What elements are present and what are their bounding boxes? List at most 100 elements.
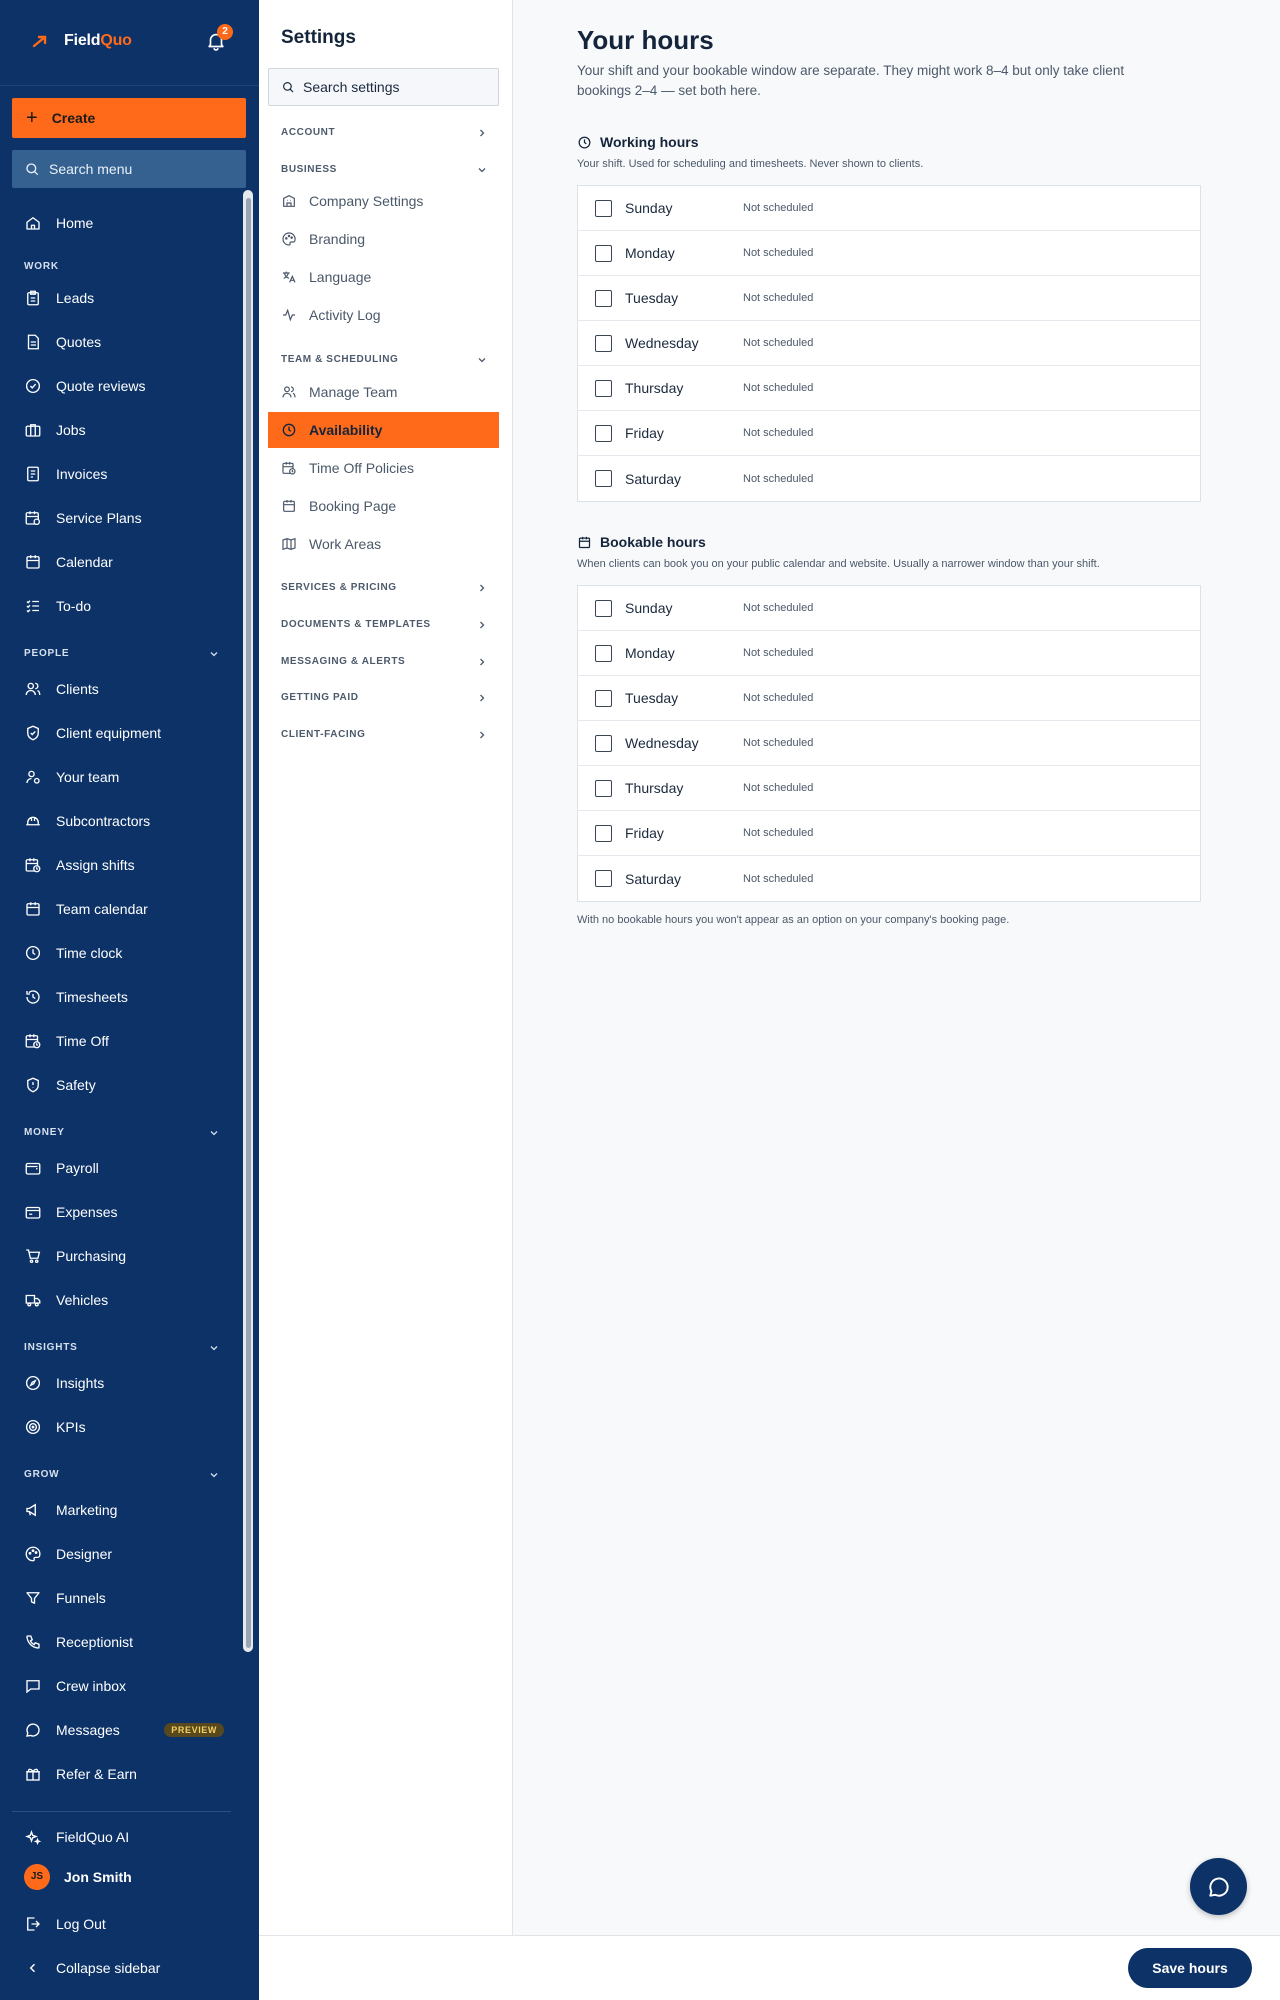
- settings-item-company-settings[interactable]: Company Settings: [268, 183, 499, 219]
- nav-item-marketing[interactable]: Marketing: [24, 1496, 224, 1524]
- nav-item-insights[interactable]: Insights: [24, 1369, 224, 1397]
- day-name: Thursday: [625, 380, 684, 396]
- nav-item-clients[interactable]: Clients: [24, 675, 224, 703]
- settings-item-language[interactable]: Language: [268, 259, 499, 295]
- day-checkbox[interactable]: [595, 779, 612, 797]
- target-icon: [25, 1419, 41, 1435]
- clock-icon: [282, 423, 296, 437]
- settings-item-activity-log[interactable]: Activity Log: [268, 297, 499, 333]
- search-menu-input[interactable]: Search menu: [12, 150, 246, 188]
- settings-group-team-scheduling[interactable]: TEAM & SCHEDULING: [281, 354, 487, 365]
- settings-group-business[interactable]: BUSINESS: [281, 164, 487, 175]
- nav-item-payroll[interactable]: Payroll: [24, 1154, 224, 1182]
- settings-search-input[interactable]: Search settings: [268, 68, 499, 106]
- nav-item-refer-earn[interactable]: Refer & Earn: [24, 1760, 224, 1788]
- chevron-right-icon: [480, 129, 485, 136]
- nav-item-invoices[interactable]: Invoices: [24, 460, 224, 488]
- page-title: Your hours: [577, 25, 714, 55]
- save-hours-button[interactable]: Save hours: [1128, 1948, 1252, 1988]
- nav-item-leads[interactable]: Leads: [24, 284, 224, 312]
- nav-item-to-do[interactable]: To-do: [24, 592, 224, 620]
- nav-item-subcontractors[interactable]: Subcontractors: [24, 807, 224, 835]
- activity-icon: [283, 308, 295, 322]
- invoice-icon: [27, 466, 39, 482]
- settings-item-availability[interactable]: Availability: [268, 412, 499, 448]
- sidebar-scrollbar-thumb[interactable]: [246, 198, 251, 1648]
- nav-item-quote-reviews[interactable]: Quote reviews: [24, 372, 224, 400]
- bookable-hours-description: When clients can book you on your public…: [577, 558, 1100, 570]
- nav-item-safety[interactable]: Safety: [24, 1071, 224, 1099]
- day-checkbox[interactable]: [595, 244, 612, 262]
- chat-button[interactable]: [1190, 1858, 1247, 1915]
- settings-group-getting-paid[interactable]: GETTING PAID: [281, 692, 487, 703]
- palette-icon: [25, 1546, 41, 1562]
- nav-item-messages[interactable]: Messages PREVIEW: [24, 1716, 224, 1744]
- day-checkbox[interactable]: [595, 734, 612, 752]
- settings-group-account[interactable]: ACCOUNT: [281, 127, 487, 138]
- nav-item-home[interactable]: Home: [24, 209, 224, 237]
- day-checkbox[interactable]: [595, 689, 612, 707]
- palette-icon: [282, 232, 296, 246]
- brand-name[interactable]: FieldQuo: [64, 32, 132, 50]
- chevron-right-icon: [480, 694, 485, 701]
- nav-item-quotes[interactable]: Quotes: [24, 328, 224, 356]
- nav-item-assign-shifts[interactable]: Assign shifts: [24, 851, 224, 879]
- table-row: Thursday Not scheduled: [578, 766, 1200, 811]
- nav-section-grow[interactable]: GROW: [24, 1469, 219, 1480]
- nav-item-designer[interactable]: Designer: [24, 1540, 224, 1568]
- day-checkbox[interactable]: [595, 289, 612, 307]
- day-checkbox[interactable]: [595, 199, 612, 217]
- day-name: Wednesday: [625, 335, 699, 351]
- nav-item-your-team[interactable]: Your team: [24, 763, 224, 791]
- nav-item-fieldquo-ai[interactable]: FieldQuo AI: [24, 1829, 224, 1845]
- day-checkbox[interactable]: [595, 424, 612, 442]
- nav-item-funnels[interactable]: Funnels: [24, 1584, 224, 1612]
- settings-item-manage-team[interactable]: Manage Team: [268, 374, 499, 410]
- nav-item-kpis[interactable]: KPIs: [24, 1413, 224, 1441]
- collapse-sidebar-button[interactable]: Collapse sidebar: [24, 1959, 160, 1977]
- day-checkbox[interactable]: [595, 599, 612, 617]
- settings-group-services-pricing[interactable]: SERVICES & PRICING: [281, 582, 487, 593]
- settings-group-documents-templates[interactable]: DOCUMENTS & TEMPLATES: [281, 619, 487, 630]
- nav-item-time-clock[interactable]: Time clock: [24, 939, 224, 967]
- nav-item-expenses[interactable]: Expenses: [24, 1198, 224, 1226]
- logout-button[interactable]: Log Out: [24, 1915, 106, 1933]
- nav-item-crew-inbox[interactable]: Crew inbox: [24, 1672, 224, 1700]
- settings-item-booking-page[interactable]: Booking Page: [268, 488, 499, 524]
- day-status: Not scheduled: [743, 472, 814, 485]
- day-checkbox[interactable]: [595, 824, 612, 842]
- nav-item-time-off[interactable]: Time Off: [24, 1027, 224, 1055]
- avatar: JS: [24, 1864, 50, 1890]
- nav-item-team-calendar[interactable]: Team calendar: [24, 895, 224, 923]
- settings-item-work-areas[interactable]: Work Areas: [268, 526, 499, 562]
- settings-item-time-off-policies[interactable]: Time Off Policies: [268, 450, 499, 486]
- day-checkbox[interactable]: [595, 334, 612, 352]
- nav-section-money[interactable]: MONEY: [24, 1127, 219, 1138]
- nav-item-calendar[interactable]: Calendar: [24, 548, 224, 576]
- settings-item-branding[interactable]: Branding: [268, 221, 499, 257]
- nav-item-service-plans[interactable]: Service Plans: [24, 504, 224, 532]
- nav-section-people[interactable]: PEOPLE: [24, 648, 219, 659]
- table-row: Thursday Not scheduled: [578, 366, 1200, 411]
- chevron-down-icon: [210, 1345, 218, 1350]
- day-checkbox[interactable]: [595, 644, 612, 662]
- clock-icon: [578, 136, 591, 148]
- nav-item-purchasing[interactable]: Purchasing: [24, 1242, 224, 1270]
- create-button[interactable]: + Create: [12, 98, 246, 138]
- user-profile[interactable]: JS Jon Smith: [24, 1864, 132, 1890]
- nav-section-insights[interactable]: INSIGHTS: [24, 1342, 219, 1353]
- day-checkbox[interactable]: [595, 470, 612, 487]
- nav-item-receptionist[interactable]: Receptionist: [24, 1628, 224, 1656]
- day-name: Monday: [625, 645, 675, 661]
- nav-item-timesheets[interactable]: Timesheets: [24, 983, 224, 1011]
- settings-group-client-facing[interactable]: CLIENT-FACING: [281, 729, 487, 740]
- action-footer: [259, 1935, 1280, 2000]
- user-settings-icon: [26, 770, 40, 784]
- settings-group-messaging-alerts[interactable]: MESSAGING & ALERTS: [281, 656, 487, 667]
- day-checkbox[interactable]: [595, 379, 612, 397]
- nav-item-client-equipment[interactable]: Client equipment: [24, 719, 224, 747]
- day-checkbox[interactable]: [595, 870, 612, 887]
- compass-icon: [25, 1375, 41, 1391]
- nav-item-jobs[interactable]: Jobs: [24, 416, 224, 444]
- nav-item-vehicles[interactable]: Vehicles: [24, 1286, 224, 1314]
